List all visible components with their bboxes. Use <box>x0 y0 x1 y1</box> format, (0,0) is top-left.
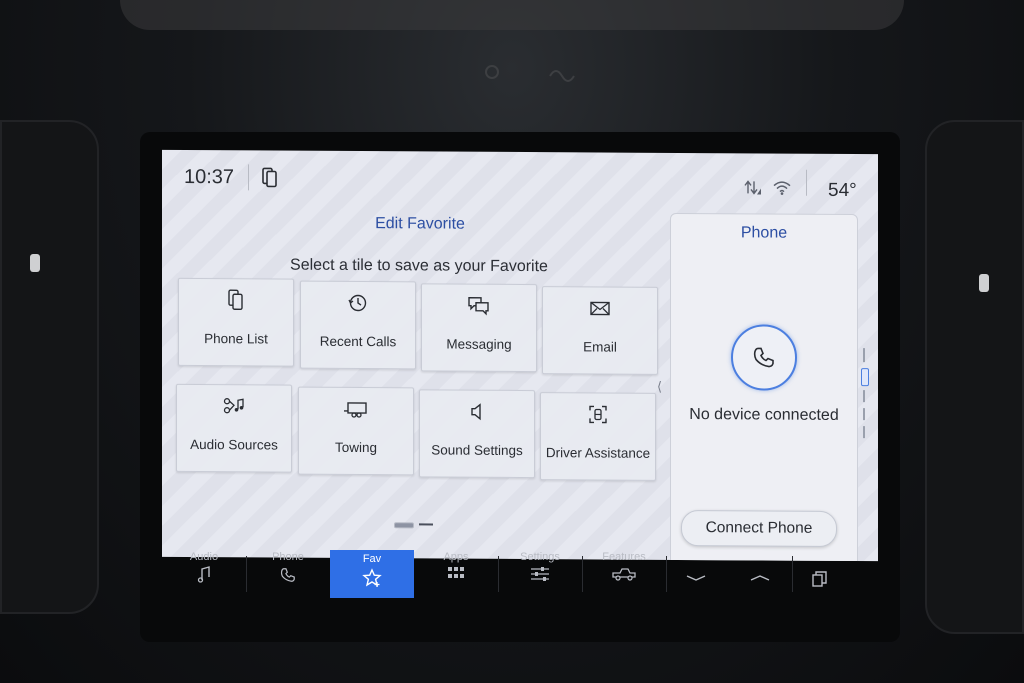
page-dot <box>419 523 433 526</box>
nav-label: Phone <box>272 551 304 563</box>
nav-audio[interactable]: Audio <box>162 548 246 598</box>
towing-icon <box>299 398 413 421</box>
apps-grid-icon <box>414 566 498 586</box>
right-air-vent <box>925 120 1024 634</box>
tile-label: Messaging <box>446 336 512 352</box>
tile-towing[interactable]: Towing <box>298 386 414 476</box>
star-icon <box>330 568 414 588</box>
tile-sound-settings[interactable]: Sound Settings <box>419 389 535 479</box>
phone-list-icon <box>179 289 293 312</box>
nav-apps[interactable]: Apps <box>414 548 498 598</box>
nav-phone[interactable]: Phone <box>246 548 330 598</box>
edit-favorite-title: Edit Favorite <box>375 215 465 233</box>
page-dot-active <box>394 522 414 529</box>
dash-trim <box>120 0 904 30</box>
music-note-icon <box>162 566 246 586</box>
data-signal-icon <box>744 179 762 200</box>
driver-assistance-icon <box>541 403 655 426</box>
nav-label: Apps <box>443 551 469 563</box>
wifi-icon <box>772 180 792 201</box>
tile-label: Driver Assistance <box>545 445 651 461</box>
phone-panel-title: Phone <box>740 224 788 242</box>
hazard-icons <box>485 65 575 82</box>
vent-knob <box>979 274 989 292</box>
scrollbar[interactable] <box>861 348 869 440</box>
status-bar: 10:37 54° <box>162 150 878 208</box>
tile-label: Towing <box>334 439 378 456</box>
scroll-segment <box>863 348 865 363</box>
tile-driver-assistance[interactable]: Driver Assistance <box>540 392 656 481</box>
chevron-left-icon[interactable]: ⟨ <box>657 379 662 395</box>
scroll-segment <box>863 426 865 439</box>
tile-messaging[interactable]: Messaging <box>421 283 537 373</box>
layers-icon <box>778 570 862 590</box>
phone-connection-status: No device connected <box>689 406 839 424</box>
status-divider <box>806 169 807 196</box>
edit-favorite-subtitle: Select a tile to save as your Favorite <box>290 256 548 276</box>
tile-label: Recent Calls <box>319 333 397 350</box>
overhead-icons <box>480 62 580 87</box>
left-air-vent <box>0 120 99 614</box>
nav-fav[interactable]: Fav <box>330 550 414 598</box>
tile-label: Sound Settings <box>431 442 523 459</box>
tile-phone-list[interactable]: Phone List <box>178 277 294 367</box>
nav-settings[interactable]: Settings <box>498 548 582 598</box>
vent-knob <box>30 254 40 272</box>
switch-screen-button[interactable] <box>778 548 862 598</box>
tile-audio-sources[interactable]: Audio Sources <box>176 383 292 473</box>
nav-label: Fav <box>362 553 382 565</box>
email-icon <box>543 297 657 320</box>
connect-phone-button[interactable]: Connect Phone <box>681 509 837 547</box>
clock: 10:37 <box>184 165 235 189</box>
tile-label: Audio Sources <box>190 436 278 453</box>
bottom-nav-bar: Audio Phone Fav Apps Settings Features <box>162 548 878 598</box>
tile-label: Email <box>583 339 617 355</box>
phone-icon <box>731 324 797 391</box>
phones-icon[interactable] <box>262 167 278 192</box>
phone-icon <box>246 566 330 586</box>
scroll-segment <box>863 390 865 403</box>
tile-label: Phone List <box>204 331 268 347</box>
scroll-segment <box>863 408 865 421</box>
sliders-icon <box>498 566 582 586</box>
nav-label: Settings <box>520 551 560 563</box>
infotainment-screen: 10:37 54° Edit Favorite Select a tile to… <box>162 149 878 562</box>
audio-sources-icon <box>177 395 291 418</box>
phone-panel: Phone No device connected Connect Phone <box>670 212 858 562</box>
messaging-icon <box>422 294 536 317</box>
outside-temperature: 54° <box>828 179 857 202</box>
scroll-thumb[interactable] <box>861 368 869 387</box>
sound-settings-icon <box>420 400 534 423</box>
recent-calls-icon <box>301 292 415 315</box>
nav-label: Audio <box>189 551 219 563</box>
tile-recent-calls[interactable]: Recent Calls <box>300 280 416 370</box>
tile-email[interactable]: Email <box>542 286 658 375</box>
status-divider <box>248 164 249 191</box>
